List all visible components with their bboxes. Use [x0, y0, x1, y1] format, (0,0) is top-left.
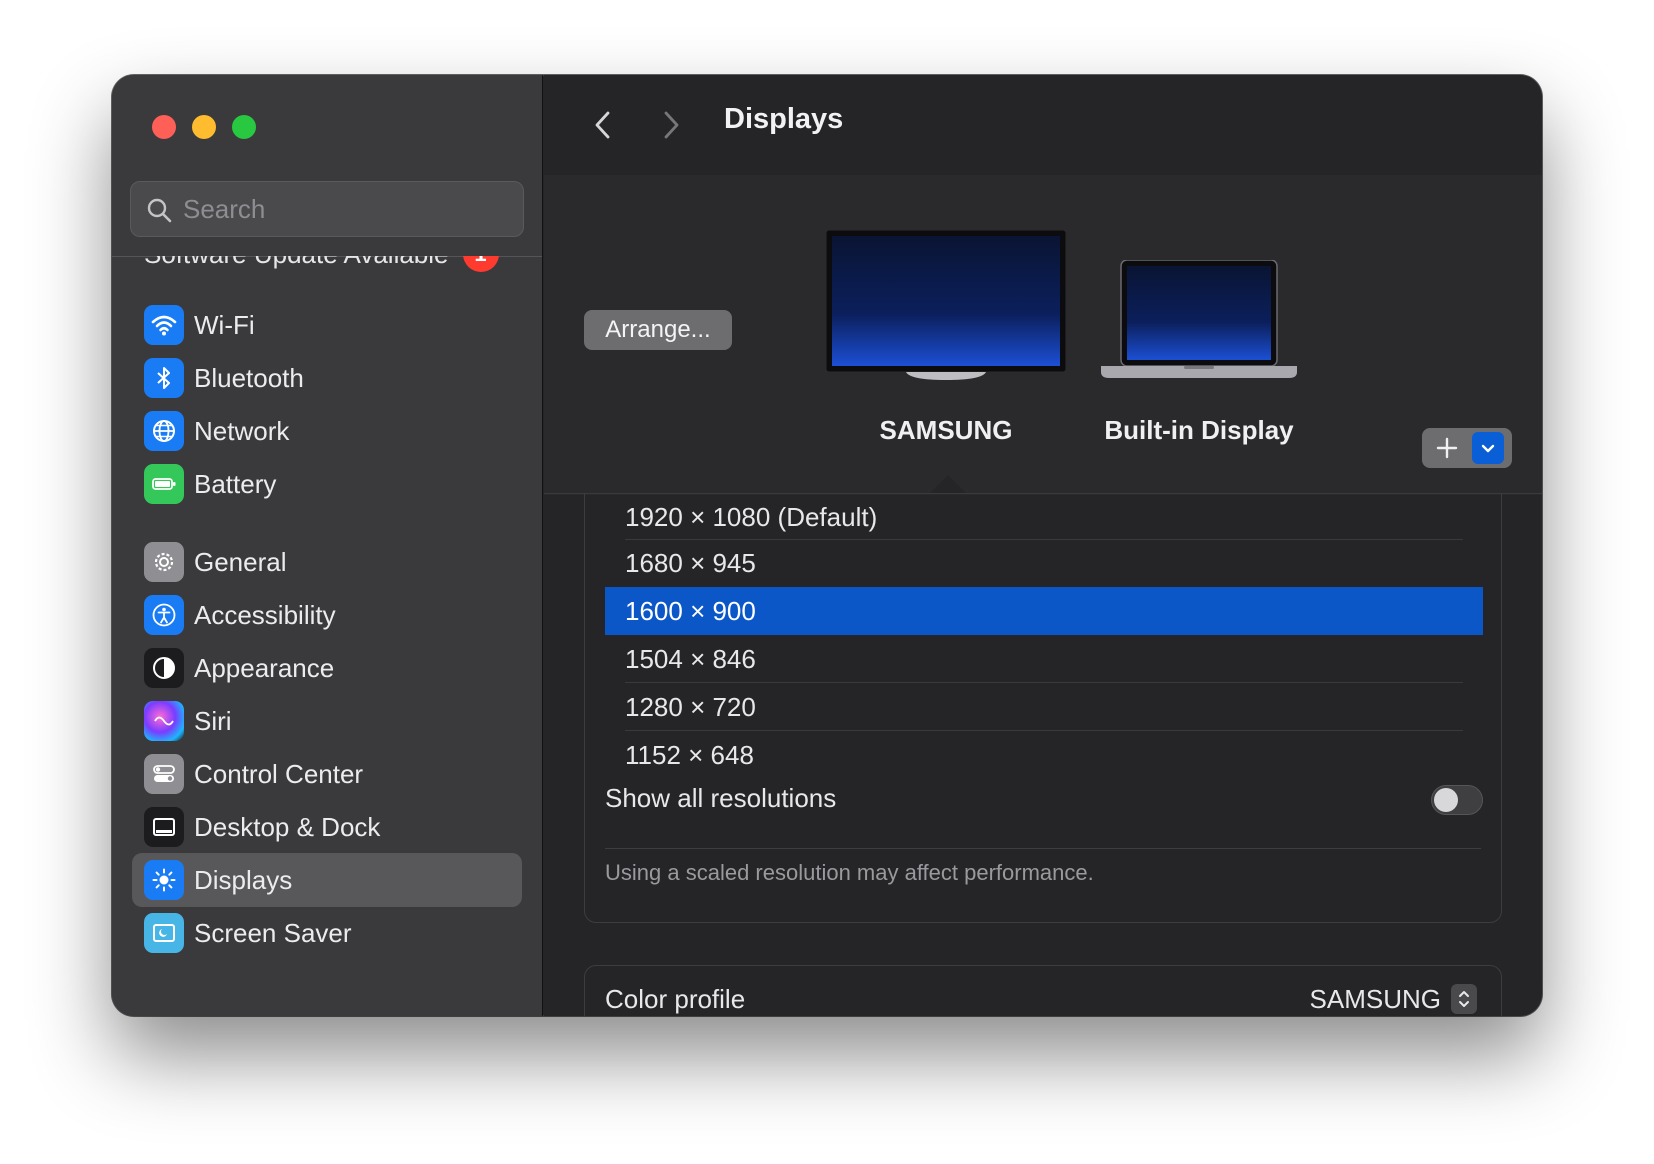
window-controls	[152, 115, 256, 139]
minimize-button[interactable]	[192, 115, 216, 139]
search-icon	[147, 198, 172, 223]
globe-icon	[144, 411, 184, 451]
bluetooth-icon	[144, 358, 184, 398]
sidebar-item-displays[interactable]: Displays	[132, 853, 522, 907]
sidebar-item-label: Accessibility	[194, 599, 336, 630]
resolution-option[interactable]: 1680 × 945	[605, 539, 1483, 587]
sidebar-item-label: Displays	[194, 864, 293, 895]
dock-icon	[144, 807, 184, 847]
show-all-resolutions-toggle[interactable]	[1431, 785, 1483, 815]
sidebar-item-appearance[interactable]: Appearance	[132, 641, 522, 695]
software-update-label: Software Update Available	[144, 256, 449, 270]
gear-icon	[144, 542, 184, 582]
forward-button[interactable]	[656, 105, 686, 145]
battery-icon	[144, 464, 184, 504]
zoom-button[interactable]	[232, 115, 256, 139]
samsung-monitor-icon[interactable]	[826, 230, 1066, 380]
wifi-icon	[144, 305, 184, 345]
sidebar-item-general[interactable]: General	[132, 535, 522, 589]
toggle-knob	[1434, 788, 1458, 812]
resolution-panel: 1920 × 1080 (Default) 1680 × 945 1600 × …	[584, 493, 1502, 923]
sidebar-item-bluetooth[interactable]: Bluetooth	[132, 351, 522, 405]
search-input[interactable]: Search	[130, 181, 524, 237]
back-button[interactable]	[588, 105, 618, 145]
color-profile-panel: Color profile SAMSUNG	[584, 965, 1502, 1016]
page-title: Displays	[724, 103, 844, 135]
sidebar-item-label: Appearance	[194, 652, 335, 683]
resolution-option-selected[interactable]: 1600 × 900	[605, 587, 1483, 635]
panel-divider	[605, 848, 1481, 849]
resolution-option[interactable]: 1280 × 720	[605, 683, 1483, 731]
siri-icon	[144, 701, 184, 741]
close-button[interactable]	[152, 115, 176, 139]
add-display-menu-button[interactable]	[1472, 432, 1504, 464]
selected-display-pointer	[930, 475, 966, 493]
chevron-down-icon	[1481, 444, 1495, 453]
scaled-resolution-note: Using a scaled resolution may affect per…	[605, 860, 1094, 885]
search-placeholder: Search	[183, 193, 266, 224]
display-label-samsung[interactable]: SAMSUNG	[826, 415, 1066, 446]
show-all-resolutions-label: Show all resolutions	[605, 783, 837, 813]
display-label-builtin[interactable]: Built-in Display	[1064, 415, 1334, 446]
update-badge: 1	[462, 256, 499, 272]
sidebar-item-control-center[interactable]: Control Center	[132, 747, 522, 801]
sidebar-item-label: Desktop & Dock	[194, 811, 381, 842]
sidebar-item-label: Control Center	[194, 758, 364, 789]
add-display-button[interactable]	[1422, 428, 1472, 468]
sidebar-item-desktop-dock[interactable]: Desktop & Dock	[132, 800, 522, 854]
plus-icon	[1436, 437, 1458, 459]
main-pane: Displays Arrange... SAMSUNG Built-in Dis…	[544, 75, 1542, 1016]
sidebar-item-label: Battery	[194, 468, 277, 499]
sidebar-item-screen-saver[interactable]: Screen Saver	[132, 906, 522, 960]
screensaver-icon	[144, 913, 184, 953]
resolution-option[interactable]: 1152 × 648	[605, 731, 1483, 779]
sidebar-item-siri[interactable]: Siri	[132, 694, 522, 748]
sidebar-item-battery[interactable]: Battery	[132, 457, 522, 511]
settings-window: Search Software Update Available 1 Wi-Fi…	[112, 75, 1542, 1016]
sidebar-item-accessibility[interactable]: Accessibility	[132, 588, 522, 642]
color-profile-value[interactable]: SAMSUNG	[1310, 984, 1441, 1015]
resolution-option[interactable]: 1920 × 1080 (Default)	[605, 493, 1483, 541]
sidebar-item-label: Bluetooth	[194, 362, 304, 393]
accessibility-icon	[144, 595, 184, 635]
software-update-item[interactable]: Software Update Available 1	[144, 256, 499, 272]
sun-icon	[144, 860, 184, 900]
arrange-button[interactable]: Arrange...	[584, 310, 732, 350]
sidebar: Search Software Update Available 1 Wi-Fi…	[112, 75, 543, 1016]
resolution-option[interactable]: 1504 × 846	[605, 635, 1483, 683]
sidebar-list: Software Update Available 1 Wi-Fi Blueto…	[112, 256, 542, 1016]
color-profile-popup-button[interactable]	[1451, 984, 1477, 1014]
sidebar-item-network[interactable]: Network	[132, 404, 522, 458]
sidebar-item-label: Wi-Fi	[194, 309, 255, 340]
builtin-display-icon[interactable]	[1099, 260, 1299, 380]
updown-chevron-icon	[1459, 991, 1469, 1007]
appearance-icon	[144, 648, 184, 688]
toggles-icon	[144, 754, 184, 794]
sidebar-item-wifi[interactable]: Wi-Fi	[132, 298, 522, 352]
sidebar-item-label: Network	[194, 415, 290, 446]
sidebar-item-label: General	[194, 546, 287, 577]
sidebar-item-label: Siri	[194, 705, 232, 736]
color-profile-label: Color profile	[605, 984, 746, 1014]
add-display-control[interactable]	[1422, 428, 1512, 468]
sidebar-item-label: Screen Saver	[194, 917, 352, 948]
